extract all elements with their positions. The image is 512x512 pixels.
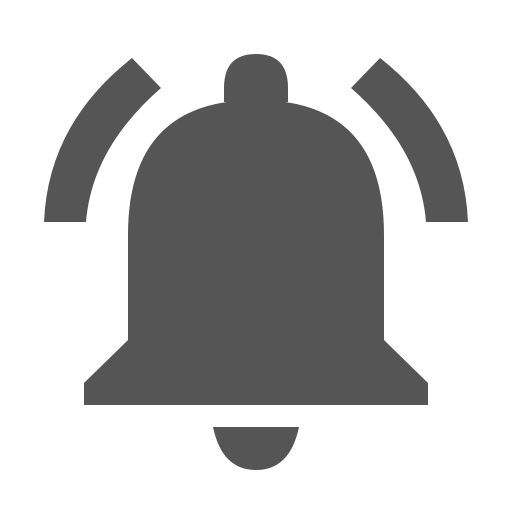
bell-ringing-icon [44, 54, 468, 470]
bell-body [84, 100, 428, 405]
bell-top-knob [224, 54, 288, 102]
icon-canvas [0, 0, 512, 512]
bell-clapper [213, 427, 299, 470]
